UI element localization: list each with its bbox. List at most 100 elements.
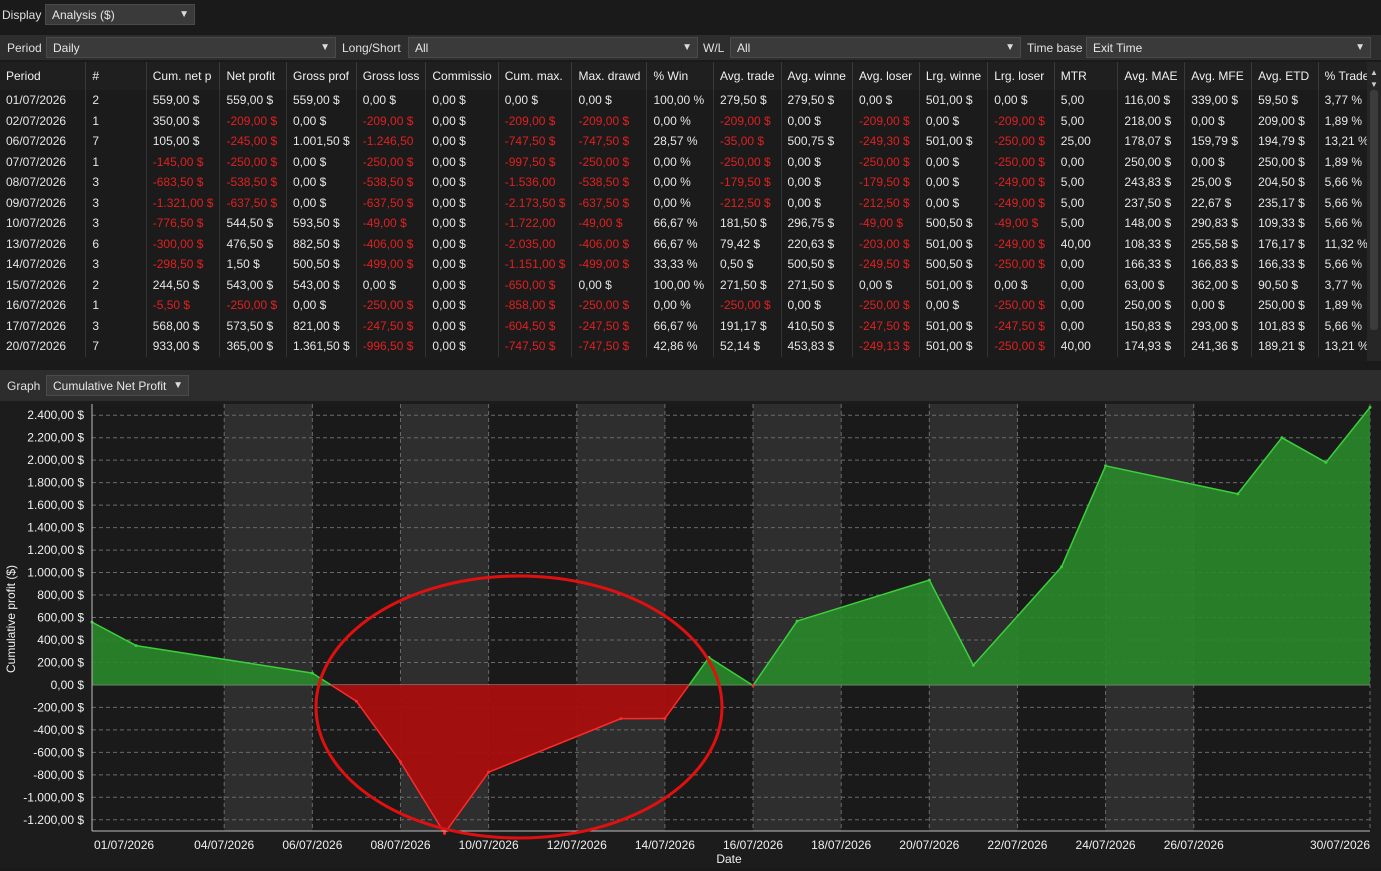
table-cell: 244,50 $ (146, 275, 220, 296)
column-header[interactable]: Period (0, 62, 86, 90)
table-row[interactable]: 09/07/20263-1.321,00 $-637,50 $0,00 $-63… (0, 193, 1381, 214)
table-cell: 573,50 $ (220, 316, 287, 337)
table-cell: -209,00 $ (498, 111, 572, 132)
x-tick-label: 01/07/2026 (94, 838, 154, 852)
column-header[interactable]: Gross loss (356, 62, 426, 90)
column-header[interactable]: Lrg. loser (988, 62, 1055, 90)
table-cell: -212,50 $ (714, 193, 781, 214)
scroll-up-icon[interactable]: ▲ (1370, 68, 1378, 77)
table-cell: -650,00 $ (498, 275, 572, 296)
table-row[interactable]: 08/07/20263-683,50 $-538,50 $0,00 $-538,… (0, 172, 1381, 193)
table-cell: 0,00 $ (426, 131, 498, 152)
y-tick-label: 1.200,00 $ (27, 543, 84, 557)
table-cell: 218,00 $ (1118, 111, 1185, 132)
table-cell: 116,00 $ (1118, 90, 1185, 111)
long-short-label: Long/Short (342, 41, 401, 55)
table-cell: 500,50 $ (286, 254, 356, 275)
column-header[interactable]: Max. drawd (572, 62, 647, 90)
table-cell: 108,33 $ (1118, 234, 1185, 255)
column-header[interactable]: Commissio (426, 62, 498, 90)
column-header[interactable]: Cum. max. (498, 62, 572, 90)
column-header[interactable]: Gross prof (286, 62, 356, 90)
table-row[interactable]: 15/07/20262244,50 $543,00 $543,00 $0,00 … (0, 275, 1381, 296)
table-cell: 181,50 $ (714, 213, 781, 234)
table-row[interactable]: 02/07/20261350,00 $-209,00 $0,00 $-209,0… (0, 111, 1381, 132)
column-header[interactable]: Net profit (220, 62, 287, 90)
table-row[interactable]: 10/07/20263-776,50 $544,50 $593,50 $-49,… (0, 213, 1381, 234)
table-cell: 3 (86, 254, 146, 275)
table-cell: 410,50 $ (781, 316, 852, 337)
column-header[interactable]: Cum. net p (146, 62, 220, 90)
time-base-select[interactable]: Exit Time ▼ (1086, 37, 1371, 58)
table-row[interactable]: 14/07/20263-298,50 $1,50 $500,50 $-499,0… (0, 254, 1381, 275)
table-row[interactable]: 13/07/20266-300,00 $476,50 $882,50 $-406… (0, 234, 1381, 255)
table-cell: 174,93 $ (1118, 336, 1185, 357)
table-cell: 0,00 $ (781, 172, 852, 193)
x-tick-label: 14/07/2026 (635, 838, 695, 852)
column-header[interactable]: # (86, 62, 146, 90)
long-short-select[interactable]: All ▼ (408, 37, 698, 58)
table-row[interactable]: 01/07/20262559,00 $559,00 $559,00 $0,00 … (0, 90, 1381, 111)
column-header[interactable]: Avg. MAE (1118, 62, 1185, 90)
display-select[interactable]: Analysis ($) ▼ (45, 4, 195, 25)
period-select[interactable]: Daily ▼ (46, 37, 336, 58)
y-tick-label: 400,00 $ (37, 633, 84, 647)
table-cell: -1.151,00 $ (498, 254, 572, 275)
column-header[interactable]: Avg. loser (852, 62, 919, 90)
table-cell: 0,00 $ (426, 111, 498, 132)
table-cell: 0,00 $ (781, 295, 852, 316)
table-cell: -747,50 $ (572, 131, 647, 152)
table-scrollbar[interactable]: ▲ ▼ (1367, 62, 1381, 361)
table-cell: 0,00 $ (919, 172, 987, 193)
scroll-down-icon[interactable]: ▼ (1370, 80, 1378, 89)
table-cell: 0,00 $ (286, 152, 356, 173)
column-header[interactable]: Avg. winne (781, 62, 852, 90)
column-header[interactable]: Lrg. winne (919, 62, 987, 90)
column-header[interactable]: Avg. ETD (1252, 62, 1319, 90)
data-point (928, 579, 931, 582)
wl-select[interactable]: All ▼ (730, 37, 1021, 58)
table-cell: 0,00 $ (426, 254, 498, 275)
table-cell: 3 (86, 193, 146, 214)
table-row[interactable]: 20/07/20267933,00 $365,00 $1.361,50 $-99… (0, 336, 1381, 357)
table-cell: 279,50 $ (781, 90, 852, 111)
table-cell: 568,00 $ (146, 316, 220, 337)
table-cell: -209,00 $ (714, 111, 781, 132)
table-cell: -212,50 $ (852, 193, 919, 214)
data-point (443, 832, 446, 835)
table-cell: -2.173,50 $ (498, 193, 572, 214)
column-header[interactable]: Avg. MFE (1185, 62, 1252, 90)
y-tick-label: 600,00 $ (37, 611, 84, 625)
table-cell: 1.001,50 $ (286, 131, 356, 152)
table-cell: 66,67 % (647, 316, 714, 337)
table-cell: 40,00 (1054, 234, 1118, 255)
table-row[interactable]: 06/07/20267105,00 $-245,00 $1.001,50 $-1… (0, 131, 1381, 152)
table-row[interactable]: 16/07/20261-5,50 $-250,00 $0,00 $-250,00… (0, 295, 1381, 316)
table-row[interactable]: 17/07/20263568,00 $573,50 $821,00 $-247,… (0, 316, 1381, 337)
table-cell: -250,00 $ (988, 131, 1055, 152)
table-cell: 0,00 % (647, 193, 714, 214)
table-cell: 0,00 $ (426, 275, 498, 296)
table-cell: 0,00 $ (426, 172, 498, 193)
data-point (1324, 461, 1327, 464)
table-cell: 0,00 $ (426, 213, 498, 234)
column-header[interactable]: Avg. trade (714, 62, 781, 90)
graph-select[interactable]: Cumulative Net Profit ▼ (46, 375, 189, 396)
table-cell: 10/07/2026 (0, 213, 86, 234)
table-cell: -499,00 $ (356, 254, 426, 275)
column-header[interactable]: MTR (1054, 62, 1118, 90)
scrollbar-thumb[interactable] (1370, 90, 1378, 330)
chevron-down-icon: ▼ (1005, 38, 1015, 58)
column-header[interactable]: % Win (647, 62, 714, 90)
table-cell: 02/07/2026 (0, 111, 86, 132)
table-cell: 500,50 $ (919, 254, 987, 275)
table-cell: -49,00 $ (988, 213, 1055, 234)
table-cell: -858,00 $ (498, 295, 572, 316)
table-cell: -249,13 $ (852, 336, 919, 357)
table-row[interactable]: 07/07/20261-145,00 $-250,00 $0,00 $-250,… (0, 152, 1381, 173)
table-cell: 0,00 $ (426, 295, 498, 316)
table-cell: 362,00 $ (1185, 275, 1252, 296)
table-cell: 150,83 $ (1118, 316, 1185, 337)
y-tick-label: 1.800,00 $ (27, 476, 84, 490)
table-cell: 07/07/2026 (0, 152, 86, 173)
